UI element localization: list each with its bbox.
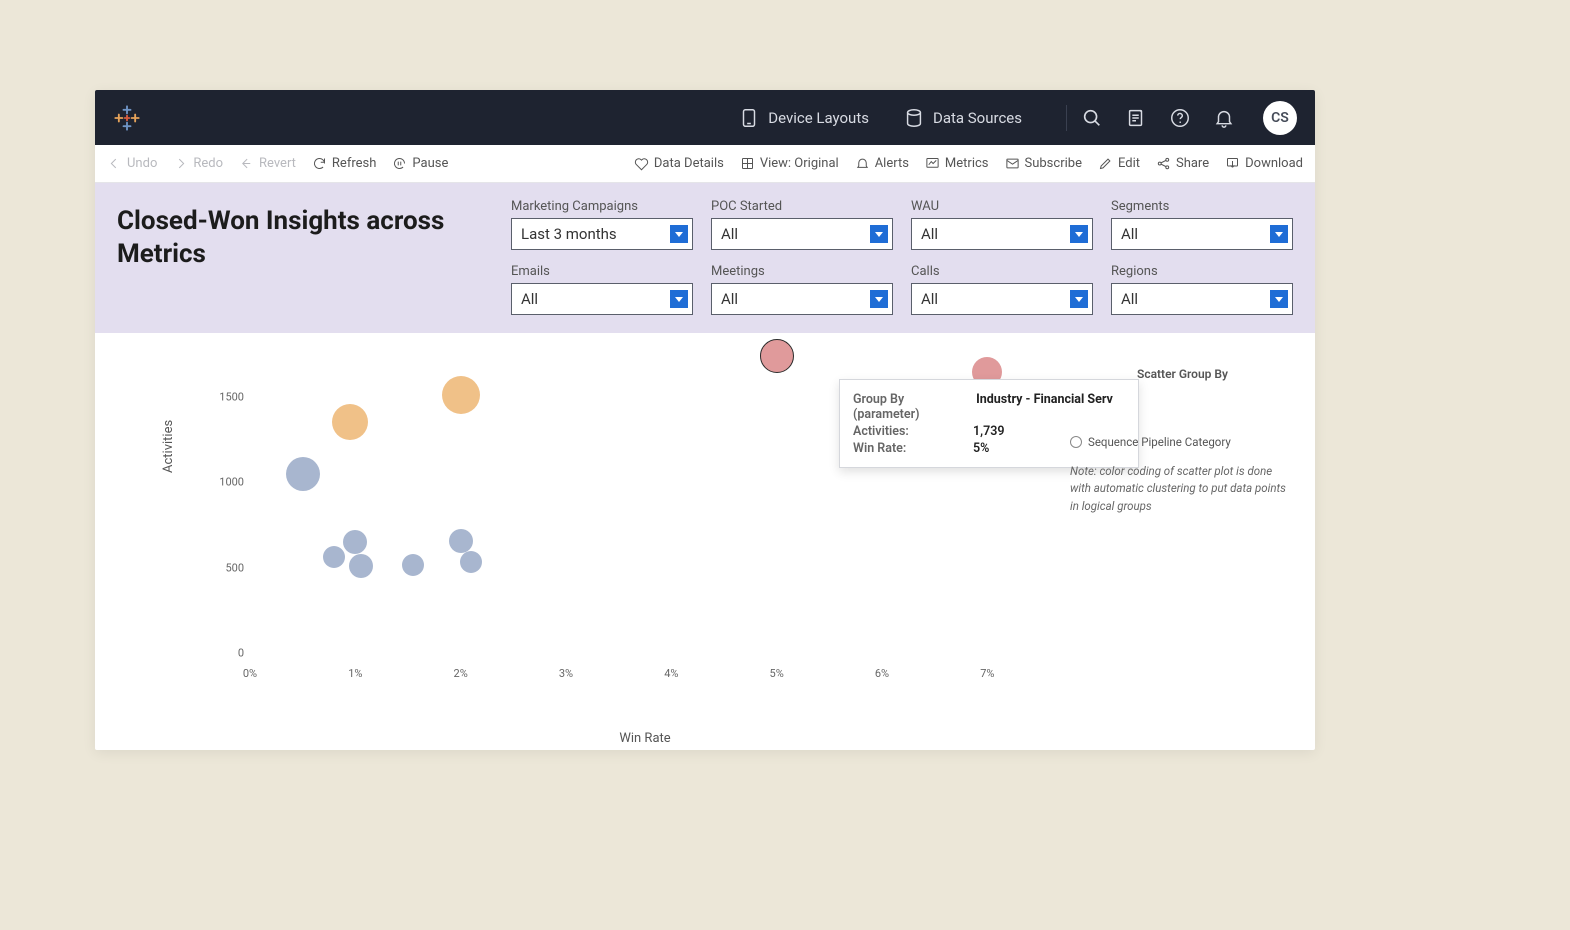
filter-select-emails[interactable]: All [511,283,693,315]
view-button[interactable]: View: Original [740,156,839,171]
new-workbook-icon[interactable] [1125,107,1147,129]
filter-label: Marketing Campaigns [511,199,693,214]
filter-segments: Segments All [1111,199,1293,250]
chevron-down-icon [870,290,888,308]
x-tick: 3% [559,667,573,680]
filter-select-marketing-campaigns[interactable]: Last 3 months [511,218,693,250]
radio-label: Sequence Pipeline Category [1088,435,1231,449]
dashboard-title: Closed-Won Insights across Metrics [117,199,487,315]
metrics-button[interactable]: Metrics [925,156,989,171]
filter-label: WAU [911,199,1093,214]
download-button[interactable]: Download [1225,156,1303,171]
filter-marketing-campaigns: Marketing Campaigns Last 3 months [511,199,693,250]
data-sources-link[interactable]: Data Sources [903,107,1022,129]
side-panel-note: Note: color coding of scatter plot is do… [1070,463,1295,515]
chevron-down-icon [670,290,688,308]
notifications-icon[interactable] [1213,107,1235,129]
app-window: Device Layouts Data Sources CS [95,90,1315,750]
data-point[interactable] [343,530,367,554]
y-axis-label: Activities [161,420,176,473]
edit-button[interactable]: Edit [1098,156,1140,171]
y-tick: 0 [210,647,244,660]
filter-select-regions[interactable]: All [1111,283,1293,315]
chart-zone: Activities 0500100015000%1%2%3%4%5%6%7% … [95,333,1315,750]
x-tick: 1% [348,667,362,680]
x-tick: 5% [770,667,784,680]
chevron-down-icon [1270,290,1288,308]
data-point[interactable] [442,376,480,414]
redo-button[interactable]: Redo [173,156,223,171]
x-tick: 6% [875,667,889,680]
pause-button[interactable]: Pause [392,156,448,171]
filter-calls: Calls All [911,264,1093,315]
chevron-down-icon [1070,290,1088,308]
filter-label: Meetings [711,264,893,279]
side-panel-title: Scatter Group By [1070,367,1295,381]
search-icon[interactable] [1081,107,1103,129]
filter-emails: Emails All [511,264,693,315]
device-layouts-link[interactable]: Device Layouts [738,107,869,129]
chevron-down-icon [670,225,688,243]
subscribe-button[interactable]: Subscribe [1005,156,1082,171]
data-point[interactable] [323,546,345,568]
filter-wau: WAU All [911,199,1093,250]
x-tick: 4% [664,667,678,680]
data-point[interactable] [460,551,482,573]
filter-regions: Regions All [1111,264,1293,315]
chevron-down-icon [1270,225,1288,243]
data-point[interactable] [760,339,794,373]
refresh-button[interactable]: Refresh [312,156,376,171]
data-point[interactable] [286,457,320,491]
filter-label: POC Started [711,199,893,214]
x-tick: 2% [454,667,468,680]
x-axis-label: Win Rate [250,731,1040,746]
filter-label: Emails [511,264,693,279]
tableau-logo-icon [113,104,141,132]
side-panel: Scatter Group By Sequence Pipeline Categ… [1070,367,1295,515]
alerts-button[interactable]: Alerts [855,156,909,171]
undo-button[interactable]: Undo [107,156,157,171]
tablet-icon [738,107,760,129]
groupby-radio[interactable]: Sequence Pipeline Category [1070,435,1295,449]
filter-select-segments[interactable]: All [1111,218,1293,250]
filter-select-poc-started[interactable]: All [711,218,893,250]
y-tick: 500 [210,561,244,574]
user-avatar[interactable]: CS [1263,101,1297,135]
database-icon [903,107,925,129]
x-tick: 7% [980,667,994,680]
filter-label: Calls [911,264,1093,279]
filter-select-calls[interactable]: All [911,283,1093,315]
help-icon[interactable] [1169,107,1191,129]
filter-poc-started: POC Started All [711,199,893,250]
revert-button[interactable]: Revert [239,156,296,171]
chevron-down-icon [870,225,888,243]
filter-select-meetings[interactable]: All [711,283,893,315]
data-point[interactable] [402,554,424,576]
nav-divider [1066,105,1067,131]
filter-select-wau[interactable]: All [911,218,1093,250]
filter-label: Segments [1111,199,1293,214]
filter-bar: Closed-Won Insights across Metrics Marke… [95,183,1315,333]
filter-meetings: Meetings All [711,264,893,315]
top-nav: Device Layouts Data Sources CS [95,90,1315,145]
data-details-button[interactable]: Data Details [634,156,724,171]
filter-label: Regions [1111,264,1293,279]
toolbar: Undo Redo Revert Refresh Pause Data Deta… [95,145,1315,183]
chevron-down-icon [1070,225,1088,243]
avatar-initials: CS [1271,110,1289,126]
y-tick: 1500 [210,391,244,404]
device-layouts-label: Device Layouts [768,109,869,127]
data-point[interactable] [449,529,473,553]
data-point[interactable] [332,404,368,440]
radio-icon [1070,436,1082,448]
data-point[interactable] [349,554,373,578]
x-tick: 0% [243,667,257,680]
share-button[interactable]: Share [1156,156,1209,171]
data-sources-label: Data Sources [933,109,1022,127]
y-tick: 1000 [210,476,244,489]
